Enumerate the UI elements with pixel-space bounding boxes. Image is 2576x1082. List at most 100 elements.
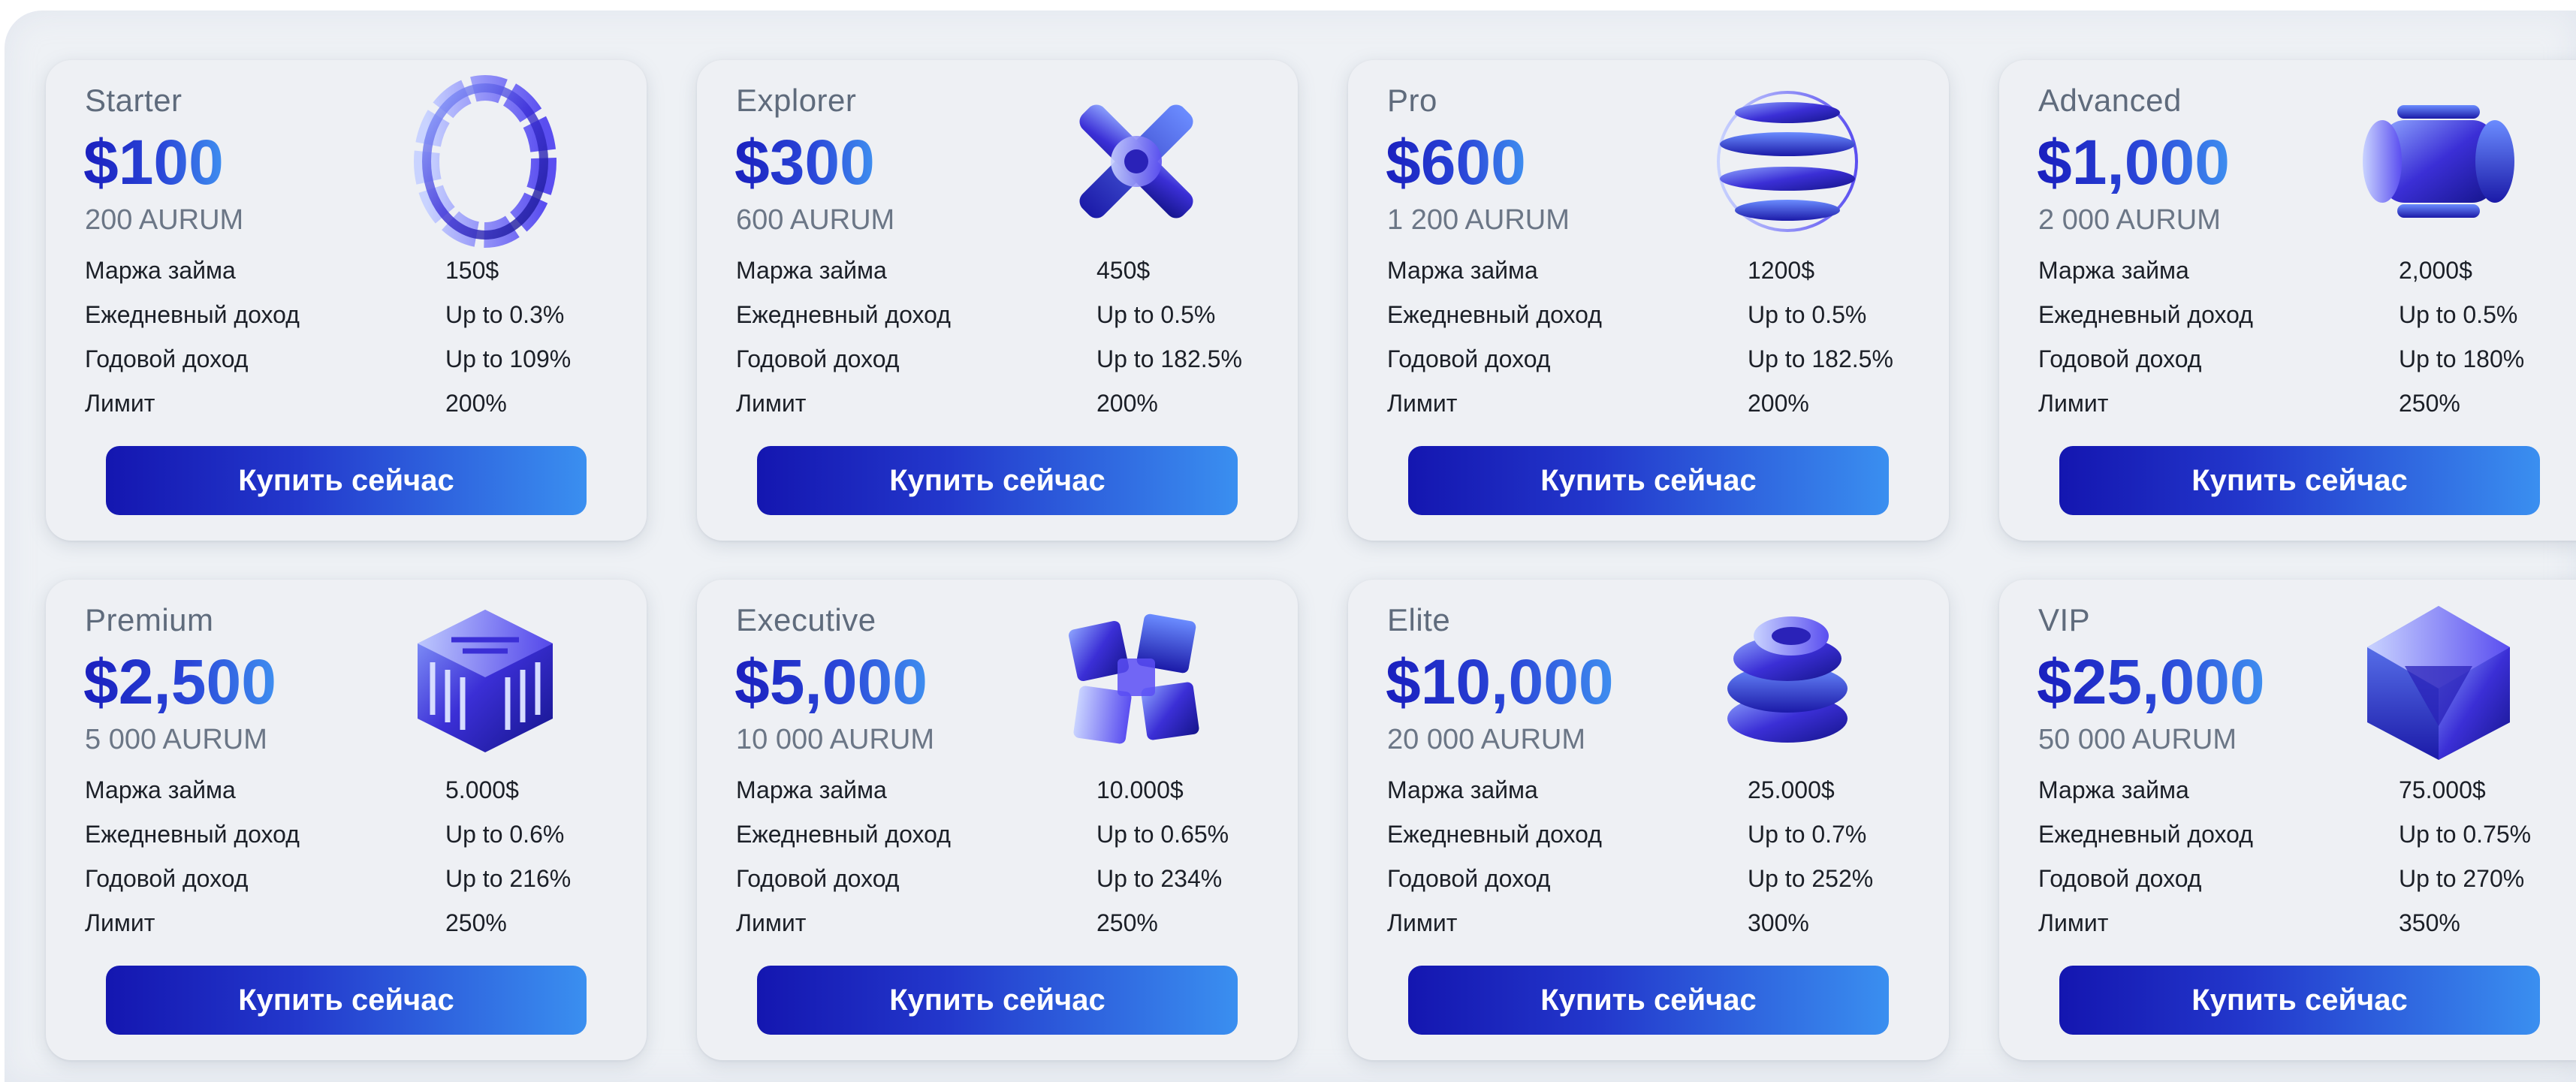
plan-name: VIP <box>2038 602 2091 637</box>
plan-price: $10,000 <box>1386 646 1614 717</box>
row-value: 200% <box>1748 390 1809 417</box>
row-value: 10.000$ <box>1096 776 1184 803</box>
pricing-panel: Starter $100 200 AURUM Маржа займа 150$ Е… <box>0 6 2576 1082</box>
row-label: Ежедневный доход <box>736 821 951 848</box>
plan-row: Годовой доход Up to 180% <box>2038 345 2576 390</box>
row-label: Ежедневный доход <box>1387 821 1602 848</box>
row-value: 150$ <box>445 257 499 284</box>
plan-price: $5,000 <box>734 646 928 717</box>
plan-card-starter: Starter $100 200 AURUM Маржа займа 150$ Е… <box>46 60 647 541</box>
row-value: Up to 182.5% <box>1096 345 1242 372</box>
plan-aurum: 2 000 AURUM <box>2038 204 2221 236</box>
row-value: Up to 180% <box>2399 345 2525 372</box>
row-value: Up to 234% <box>1096 865 1223 892</box>
plan-row: Маржа займа 75.000$ <box>2038 776 2576 821</box>
plan-aurum: 5 000 AURUM <box>85 724 267 755</box>
row-label: Ежедневный доход <box>85 821 300 848</box>
row-label: Годовой доход <box>2038 865 2202 892</box>
row-label: Маржа займа <box>85 257 236 284</box>
plan-row: Ежедневный доход Up to 0.3% <box>85 301 626 345</box>
plan-row: Годовой доход Up to 234% <box>736 865 1277 909</box>
plan-row: Лимит 350% <box>2038 909 2576 954</box>
plan-aurum: 20 000 AURUM <box>1387 724 1586 755</box>
plan-card-premium: Premium $2,500 5 000 AURUM Маржа займа 5.… <box>46 580 647 1060</box>
maze-cube-icon <box>418 610 553 752</box>
row-value: 2,000$ <box>2399 257 2472 284</box>
row-value: Up to 216% <box>445 865 572 892</box>
plan-row: Лимит 200% <box>85 390 626 434</box>
row-label: Ежедневный доход <box>2038 821 2253 848</box>
row-value: 25.000$ <box>1748 776 1835 803</box>
row-value: Up to 252% <box>1748 865 1874 892</box>
row-value: 200% <box>1096 390 1158 417</box>
plan-price: $600 <box>1386 127 1526 197</box>
plan-row: Ежедневный доход Up to 0.5% <box>2038 301 2576 345</box>
row-value: Up to 0.6% <box>445 821 565 848</box>
plan-row: Годовой доход Up to 182.5% <box>1387 345 1928 390</box>
plan-card-advanced: Advanced $1,000 2 000 AURUM Маржа займа 2… <box>1999 60 2576 541</box>
plan-name: Premium <box>85 602 214 637</box>
row-label: Лимит <box>736 909 807 936</box>
plan-name: Elite <box>1387 602 1451 637</box>
row-value: Up to 0.3% <box>445 301 565 328</box>
buy-now-button[interactable]: Купить сейчас <box>2059 966 2540 1035</box>
plan-price: $2,500 <box>83 646 276 717</box>
row-label: Лимит <box>2038 909 2109 936</box>
row-value: 250% <box>2399 390 2460 417</box>
row-label: Годовой доход <box>1387 865 1551 892</box>
plan-row: Маржа займа 450$ <box>736 257 1277 301</box>
plan-row: Маржа займа 25.000$ <box>1387 776 1928 821</box>
plan-row: Ежедневный доход Up to 0.65% <box>736 821 1277 865</box>
row-label: Маржа займа <box>1387 776 1538 803</box>
striped-sphere-icon <box>1717 91 1858 232</box>
row-label: Маржа займа <box>736 776 887 803</box>
buy-now-button[interactable]: Купить сейчас <box>1408 966 1889 1035</box>
buy-now-button[interactable]: Купить сейчас <box>106 446 587 515</box>
row-value: 250% <box>445 909 507 936</box>
plan-row: Маржа займа 1200$ <box>1387 257 1928 301</box>
row-value: Up to 0.5% <box>1096 301 1216 328</box>
row-value: Up to 0.5% <box>1748 301 1867 328</box>
row-value: Up to 0.5% <box>2399 301 2518 328</box>
row-label: Ежедневный доход <box>736 301 951 328</box>
row-value: 1200$ <box>1748 257 1814 284</box>
stacked-rings-icon <box>1727 616 1848 743</box>
row-label: Маржа займа <box>736 257 887 284</box>
plan-name: Pro <box>1387 83 1437 118</box>
buy-now-button[interactable]: Купить сейчас <box>106 966 587 1035</box>
row-label: Лимит <box>2038 390 2109 417</box>
buy-now-button[interactable]: Купить сейчас <box>1408 446 1889 515</box>
row-label: Ежедневный доход <box>1387 301 1602 328</box>
plan-row: Годовой доход Up to 109% <box>85 345 626 390</box>
plan-row: Годовой доход Up to 270% <box>2038 865 2576 909</box>
row-label: Лимит <box>736 390 807 417</box>
row-label: Годовой доход <box>736 865 900 892</box>
buy-now-button[interactable]: Купить сейчас <box>757 446 1238 515</box>
row-value: 5.000$ <box>445 776 519 803</box>
plan-row: Ежедневный доход Up to 0.75% <box>2038 821 2576 865</box>
plan-name: Starter <box>85 83 182 118</box>
row-label: Лимит <box>1387 390 1458 417</box>
plan-aurum: 10 000 AURUM <box>736 724 935 755</box>
buy-now-button[interactable]: Купить сейчас <box>2059 446 2540 515</box>
cross-connector-icon <box>1079 104 1193 219</box>
plan-row: Ежедневный доход Up to 0.6% <box>85 821 626 865</box>
plan-row: Маржа займа 2,000$ <box>2038 257 2576 301</box>
plan-row: Ежедневный доход Up to 0.5% <box>736 301 1277 345</box>
plan-price: $100 <box>83 127 224 197</box>
row-value: Up to 0.7% <box>1748 821 1867 848</box>
crystal-cube-icon <box>2367 606 2510 760</box>
plan-card-executive: Executive $5,000 10 000 AURUM Маржа займ… <box>697 580 1298 1060</box>
plan-row: Лимит 250% <box>2038 390 2576 434</box>
row-label: Годовой доход <box>736 345 900 372</box>
row-label: Годовой доход <box>85 345 249 372</box>
plan-card-elite: Elite $10,000 20 000 AURUM Маржа займа 25… <box>1348 580 1949 1060</box>
row-value: 300% <box>1748 909 1809 936</box>
plan-row: Лимит 250% <box>736 909 1277 954</box>
buy-now-button[interactable]: Купить сейчас <box>757 966 1238 1035</box>
row-label: Годовой доход <box>85 865 249 892</box>
plan-row: Ежедневный доход Up to 0.5% <box>1387 301 1928 345</box>
row-label: Ежедневный доход <box>85 301 300 328</box>
row-value: Up to 270% <box>2399 865 2525 892</box>
fragmented-cube-icon <box>1068 613 1199 744</box>
